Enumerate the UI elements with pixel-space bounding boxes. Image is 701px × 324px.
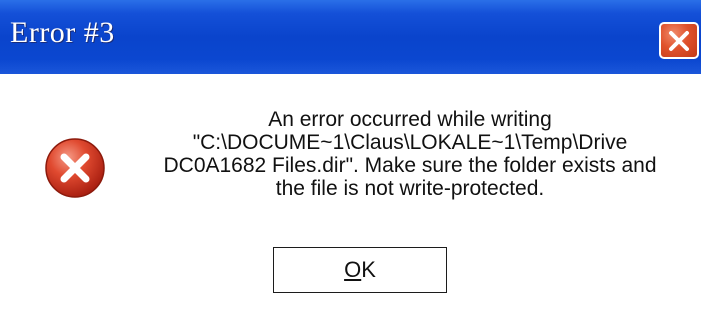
dialog-title: Error #3 bbox=[10, 16, 115, 49]
error-icon bbox=[43, 136, 107, 200]
close-icon bbox=[669, 31, 689, 51]
ok-label-rest: K bbox=[361, 257, 376, 282]
error-message: An error occurred while writing "C:\DOCU… bbox=[160, 108, 660, 200]
message-line: DC0A1682 Files.dir". Make sure the folde… bbox=[163, 154, 657, 177]
message-line: the file is not write-protected. bbox=[275, 177, 545, 200]
message-line: "C:\DOCUME~1\Claus\LOKALE~1\Temp\Drive bbox=[192, 131, 628, 154]
ok-button[interactable]: OK bbox=[273, 247, 447, 293]
error-dialog: Error #3 An error occurred while writing… bbox=[0, 0, 701, 324]
title-bar[interactable]: Error #3 bbox=[0, 0, 701, 74]
close-button[interactable] bbox=[659, 22, 699, 59]
ok-mnemonic: O bbox=[344, 257, 362, 282]
message-line: An error occurred while writing bbox=[268, 108, 552, 131]
